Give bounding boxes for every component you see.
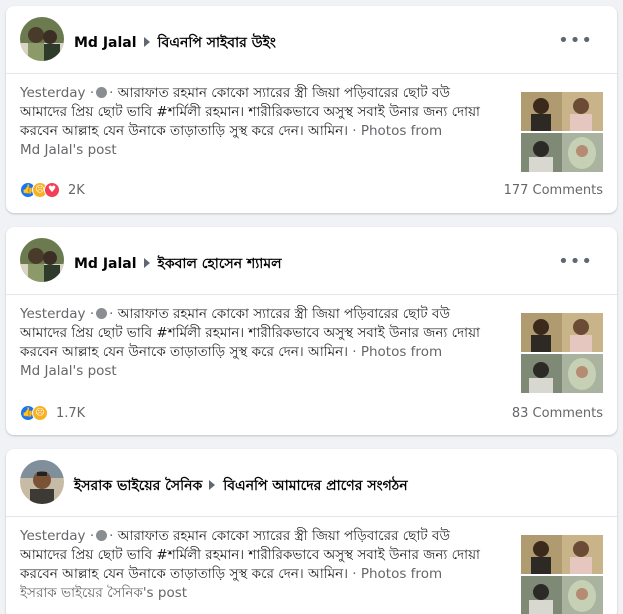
avatar[interactable] — [20, 17, 64, 61]
source-post-link[interactable]: Md Jalal's post — [20, 363, 117, 379]
caret-right-icon — [209, 480, 216, 490]
photo-thumbnail[interactable] — [521, 133, 603, 172]
post-header-names: Md Jalal ইকবাল হোসেন শ্যামল — [74, 252, 282, 276]
photo-thumbnails[interactable] — [521, 92, 603, 172]
comments-count[interactable]: 177 Comments — [504, 183, 603, 198]
reactions-summary[interactable]: 👍 ☹ 1.7K — [20, 405, 85, 421]
post-footer: 👍 ☹ ♥ 2K 177 Comments — [6, 180, 617, 202]
photo-thumbnail[interactable] — [521, 92, 603, 131]
group-name[interactable]: ইকবাল হোসেন শ্যামল — [158, 256, 282, 272]
comments-count[interactable]: 83 Comments — [512, 406, 603, 421]
photo-thumbnail[interactable] — [521, 576, 603, 614]
caret-right-icon — [143, 37, 150, 47]
photo-thumbnail[interactable] — [521, 354, 603, 393]
photo-thumbnails[interactable] — [521, 313, 603, 393]
love-icon: ♥ — [44, 182, 60, 198]
post-header: Md Jalal ইকবাল হোসেন শ্যামল ••• — [6, 227, 617, 295]
group-name[interactable]: বিএনপি আমাদের প্রাণের সংগঠন — [223, 478, 407, 494]
source-post-link[interactable]: ইসরাক ভাইয়ের সৈনিক's post — [20, 585, 187, 601]
post-timestamp[interactable]: Yesterday · — [20, 528, 94, 544]
photo-thumbnail[interactable] — [521, 313, 603, 352]
post-body: Yesterday · · আরাফাত রহমান কোকো স্যারের স… — [20, 85, 480, 158]
post-card: Md Jalal ইকবাল হোসেন শ্যামল ••• Yesterday… — [6, 227, 617, 435]
source-post-link[interactable]: Md Jalal's post — [20, 142, 117, 158]
caret-right-icon — [143, 258, 150, 268]
photos-from-label: · Photos from — [352, 566, 443, 582]
post-header: ইসরাক ভাইয়ের সৈনিক বিএনপি আমাদের প্রাণের… — [6, 449, 617, 517]
reactions-count[interactable]: 2K — [68, 183, 85, 198]
more-options-icon[interactable]: ••• — [558, 251, 593, 272]
author-name[interactable]: Md Jalal — [74, 256, 137, 272]
more-options-icon[interactable]: ••• — [558, 30, 593, 51]
post-timestamp[interactable]: Yesterday · — [20, 85, 94, 101]
photo-thumbnail[interactable] — [521, 535, 603, 574]
reactions-count[interactable]: 1.7K — [56, 406, 85, 421]
post-header-names: ইসরাক ভাইয়ের সৈনিক বিএনপি আমাদের প্রাণের… — [74, 474, 408, 498]
post-card: Md Jalal বিএনপি সাইবার উইং ••• Yesterday … — [6, 6, 617, 213]
post-body: Yesterday · · আরাফাত রহমান কোকো স্যারের স… — [20, 528, 480, 601]
globe-icon — [96, 308, 108, 319]
post-header: Md Jalal বিএনপি সাইবার উইং ••• — [6, 6, 617, 74]
post-body: Yesterday · · আরাফাত রহমান কোকো স্যারের স… — [20, 306, 480, 379]
photos-from-label: · Photos from — [352, 123, 443, 139]
post-timestamp[interactable]: Yesterday · — [20, 306, 94, 322]
reactions-summary[interactable]: 👍 ☹ ♥ 2K — [20, 182, 85, 198]
avatar[interactable] — [20, 238, 64, 282]
photos-from-label: · Photos from — [352, 344, 443, 360]
globe-icon — [96, 87, 108, 98]
post-footer: 👍 ☹ 1.7K 83 Comments — [6, 403, 617, 425]
photo-thumbnails[interactable] — [521, 535, 603, 614]
author-name[interactable]: ইসরাক ভাইয়ের সৈনিক — [74, 478, 202, 494]
author-name[interactable]: Md Jalal — [74, 35, 137, 51]
post-header-names: Md Jalal বিএনপি সাইবার উইং — [74, 31, 276, 55]
group-name[interactable]: বিএনপি সাইবার উইং — [158, 35, 276, 51]
globe-icon — [96, 530, 108, 541]
post-card: ইসরাক ভাইয়ের সৈনিক বিএনপি আমাদের প্রাণের… — [6, 449, 617, 614]
avatar[interactable] — [20, 460, 64, 504]
sad-icon: ☹ — [32, 405, 48, 421]
